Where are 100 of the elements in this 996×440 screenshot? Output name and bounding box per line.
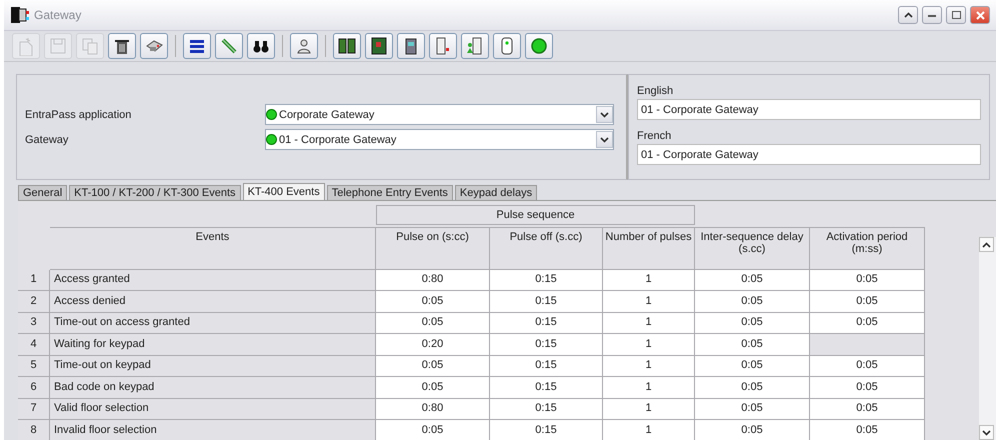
row-number: 4 [18,334,50,356]
text-field[interactable]: 01 - Corporate Gateway [637,144,981,165]
event-cell: Access granted [50,270,376,291]
table-cell[interactable]: 0:05 [810,356,925,377]
app-icon [10,5,30,25]
table-cell[interactable]: 0:05 [376,291,490,312]
status-dot-icon [266,109,277,120]
field-label: Gateway [25,134,70,146]
tab[interactable]: KT-100 / KT-200 / KT-300 Events [69,185,241,200]
scrollbar[interactable] [979,237,996,440]
table-cell[interactable]: 0:80 [376,270,490,291]
table-cell[interactable]: 1 [603,312,695,334]
toolbar-button[interactable] [429,33,457,59]
table-cell[interactable]: 0:05 [695,356,810,377]
tab[interactable]: KT-400 Events [242,183,325,200]
table-cell[interactable]: 0:15 [490,377,603,398]
column-header: Pulse off (s.cc) [490,226,603,270]
toolbar-button[interactable] [461,33,489,59]
minimize-button[interactable] [922,6,942,24]
column-header: Pulse on (s:cc) [376,226,490,270]
help-button[interactable] [898,6,918,24]
row-number: 2 [18,291,50,312]
table-cell[interactable]: 0:05 [376,312,490,334]
table-cell[interactable]: 1 [603,334,695,356]
maximize-button[interactable] [946,6,966,24]
dropdown[interactable]: 01 - Corporate Gateway [265,129,614,150]
column-header: Number of pulses [603,226,695,270]
row-number: 5 [18,356,50,377]
tab[interactable]: Telephone Entry Events [326,185,453,200]
scroll-up-button[interactable] [979,237,994,252]
table-cell[interactable]: 1 [603,291,695,312]
row-number: 7 [18,398,50,420]
table-cell[interactable]: 0:05 [810,312,925,334]
event-cell: Valid floor selection [50,398,376,420]
table-cell[interactable]: 0:05 [376,420,490,440]
save-icon [48,36,68,56]
column-header: Inter-sequence delay (s.cc) [695,226,810,270]
table-cell[interactable]: 0:05 [695,291,810,312]
dropdown[interactable]: Corporate Gateway [265,104,614,125]
table-cell[interactable]: 0:15 [490,291,603,312]
status-dot-icon [266,134,277,145]
table-cell[interactable]: 1 [603,420,695,440]
event-cell: Time-out on access granted [50,312,376,334]
caret-down-icon [600,112,609,118]
table-cell[interactable]: 0:05 [695,270,810,291]
toolbar-button[interactable] [183,33,211,59]
scroll-down-button[interactable] [979,425,994,440]
controller-icon [337,36,357,56]
table-cell[interactable]: 1 [603,270,695,291]
status-dot-icon [529,36,549,56]
field-label: EntraPass application [25,108,132,120]
toolbar-button[interactable] [247,33,275,59]
window-title: Gateway [34,8,82,22]
toolbar-button[interactable] [493,33,521,59]
table-cell[interactable]: 0:05 [695,312,810,334]
toolbar-button[interactable] [397,33,425,59]
toolbar-button[interactable] [365,33,393,59]
table-cell[interactable]: 0:05 [810,270,925,291]
event-cell: Time-out on keypad [50,356,376,377]
table-cell[interactable]: 0:05 [376,356,490,377]
copy-icon [80,36,100,56]
caret-up-icon [982,242,991,248]
table-cell[interactable]: 0:05 [810,377,925,398]
table-cell[interactable]: 0:15 [490,312,603,334]
table-cell[interactable]: 0:05 [695,377,810,398]
column-header: Events [50,226,376,270]
table-cell[interactable]: 0:05 [376,377,490,398]
table-cell[interactable]: 1 [603,377,695,398]
tab[interactable]: Keypad delays [454,185,538,200]
table-cell[interactable]: 0:80 [376,398,490,420]
caret-down-icon [600,136,609,142]
table-cell[interactable]: 0:15 [490,356,603,377]
toolbar-button[interactable] [290,33,318,59]
table-cell[interactable]: 0:05 [695,420,810,440]
toolbar-button[interactable] [333,33,361,59]
toolbar-button[interactable] [140,33,168,59]
table-cell[interactable]: 1 [603,398,695,420]
row-number: 3 [18,312,50,334]
table-cell[interactable]: 0:15 [490,398,603,420]
table-cell[interactable]: 0:05 [810,291,925,312]
table-cell[interactable]: 0:15 [490,420,603,440]
text-field[interactable]: 01 - Corporate Gateway [637,99,981,120]
language-label: English [637,84,674,97]
language-label: French [637,129,672,142]
table-cell[interactable]: 0:20 [376,334,490,356]
maximize-icon [952,11,960,19]
table-cell[interactable]: 0:15 [490,334,603,356]
row-number: 6 [18,377,50,398]
event-cell: Bad code on keypad [50,377,376,398]
table-cell[interactable]: 0:05 [695,334,810,356]
table-cell[interactable]: 1 [603,356,695,377]
caret-up-icon [904,12,912,18]
table-cell[interactable]: 0:15 [490,270,603,291]
close-button[interactable] [970,6,990,24]
tab[interactable]: General [18,185,68,200]
table-cell[interactable]: 0:05 [695,398,810,420]
toolbar-button[interactable] [108,33,136,59]
minimize-icon [928,14,936,16]
table-cell[interactable]: 0:05 [810,420,925,440]
table-cell[interactable]: 0:05 [810,398,925,420]
